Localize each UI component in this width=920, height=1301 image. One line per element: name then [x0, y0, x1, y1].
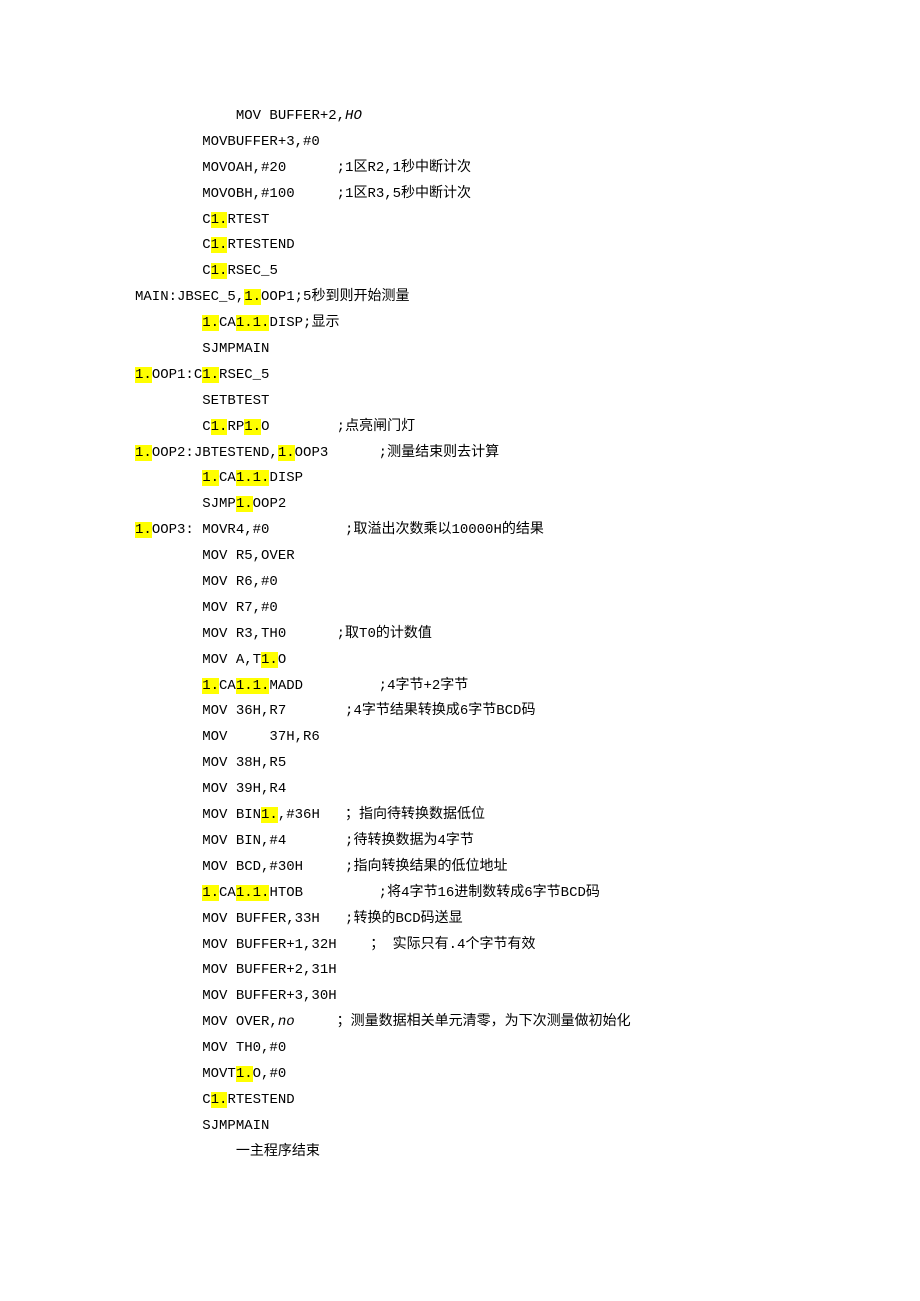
- highlighted-text: 1.: [244, 419, 261, 435]
- code-line: MOV BUFFER+1,32H ； 实际只有.4个字节有效: [135, 933, 920, 959]
- code-line: MAIN:JBSEC_5,1.OOP1;5秒到则开始测量: [135, 285, 920, 311]
- highlighted-text: 1.: [236, 1066, 253, 1082]
- code-line: MOVT1.O,#0: [135, 1062, 920, 1088]
- code-line: 1.CA1.1.MADD ;4字节+2字节: [135, 674, 920, 700]
- highlighted-text: 1.: [278, 445, 295, 461]
- code-line: MOV BUFFER+2,HO: [135, 104, 920, 130]
- code-line: 1.CA1.1.DISP;显示: [135, 311, 920, 337]
- code-line: MOV BIN1.,#36H ；指向待转换数据低位: [135, 803, 920, 829]
- highlighted-text: 1.1.: [236, 678, 270, 694]
- code-line: MOV 36H,R7 ;4字节结果转换成6字节BCD码: [135, 699, 920, 725]
- highlighted-text: 1.: [202, 315, 219, 331]
- code-line: 1.CA1.1.HTOB ;将4字节16进制数转成6字节BCD码: [135, 881, 920, 907]
- code-line: 1.CA1.1.DISP: [135, 466, 920, 492]
- highlighted-text: 1.: [202, 367, 219, 383]
- code-line: MOV A,T1.O: [135, 648, 920, 674]
- code-line: 1.OOP1:C1.RSEC_5: [135, 363, 920, 389]
- code-line: C1.RTESTEND: [135, 233, 920, 259]
- code-line: SJMPMAIN: [135, 1114, 920, 1140]
- highlighted-text: 1.: [211, 263, 228, 279]
- code-line: MOV R3,TH0 ;取T0的计数值: [135, 622, 920, 648]
- highlighted-text: 1.: [202, 678, 219, 694]
- highlighted-text: 1.1.: [236, 470, 270, 486]
- code-line: 1.OOP3: MOVR4,#0 ;取溢出次数乘以10000H的结果: [135, 518, 920, 544]
- code-line: MOV BUFFER,33H ;转换的BCD码送显: [135, 907, 920, 933]
- highlighted-text: 1.: [202, 470, 219, 486]
- highlighted-text: 1.: [211, 212, 228, 228]
- code-line: 一主程序结束: [135, 1140, 920, 1166]
- code-line: SETBTEST: [135, 389, 920, 415]
- code-line: MOVOBH,#100 ;1区R3,5秒中断计次: [135, 182, 920, 208]
- highlighted-text: 1.: [261, 652, 278, 668]
- italic-text: HO: [345, 108, 362, 124]
- highlighted-text: 1.1.: [236, 885, 270, 901]
- code-line: SJMPMAIN: [135, 337, 920, 363]
- code-line: MOV 38H,R5: [135, 751, 920, 777]
- code-line: MOV BCD,#30H ;指向转换结果的低位地址: [135, 855, 920, 881]
- code-line: MOV R7,#0: [135, 596, 920, 622]
- highlighted-text: 1.: [135, 367, 152, 383]
- code-line: MOVBUFFER+3,#0: [135, 130, 920, 156]
- code-line: MOV R5,OVER: [135, 544, 920, 570]
- highlighted-text: 1.: [135, 522, 152, 538]
- highlighted-text: 1.: [261, 807, 278, 823]
- highlighted-text: 1.: [211, 419, 228, 435]
- code-line: C1.RP1.O ;点亮闸门灯: [135, 415, 920, 441]
- highlighted-text: 1.: [211, 237, 228, 253]
- highlighted-text: 1.1.: [236, 315, 270, 331]
- code-line: MOV BUFFER+2,31H: [135, 958, 920, 984]
- code-line: MOV OVER,no ；测量数据相关单元清零，为下次测量做初始化: [135, 1010, 920, 1036]
- code-line: 1.OOP2:JBTESTEND,1.OOP3 ;测量结束则去计算: [135, 441, 920, 467]
- highlighted-text: 1.: [244, 289, 261, 305]
- italic-text: no: [278, 1014, 295, 1030]
- code-document: MOV BUFFER+2,HO MOVBUFFER+3,#0 MOVOAH,#2…: [0, 0, 920, 1301]
- code-line: MOV BUFFER+3,30H: [135, 984, 920, 1010]
- highlighted-text: 1.: [211, 1092, 228, 1108]
- code-line: C1.RTESTEND: [135, 1088, 920, 1114]
- highlighted-text: 1.: [135, 445, 152, 461]
- code-line: MOV R6,#0: [135, 570, 920, 596]
- highlighted-text: 1.: [236, 496, 253, 512]
- code-line: C1.RTEST: [135, 208, 920, 234]
- code-line: SJMP1.OOP2: [135, 492, 920, 518]
- code-line: MOV BIN,#4 ;待转换数据为4字节: [135, 829, 920, 855]
- code-line: C1.RSEC_5: [135, 259, 920, 285]
- code-line: MOV 37H,R6: [135, 725, 920, 751]
- code-line: MOV TH0,#0: [135, 1036, 920, 1062]
- highlighted-text: 1.: [202, 885, 219, 901]
- code-line: MOVOAH,#20 ;1区R2,1秒中断计次: [135, 156, 920, 182]
- code-line: MOV 39H,R4: [135, 777, 920, 803]
